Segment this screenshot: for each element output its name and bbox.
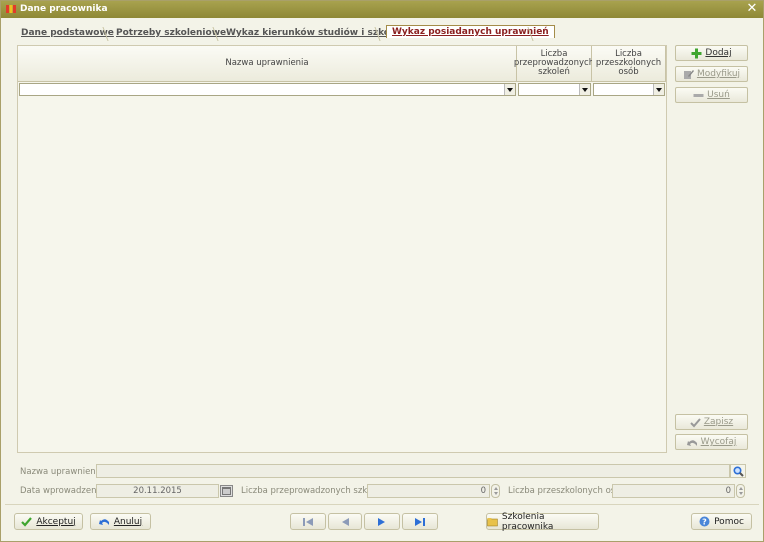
cancel-button-label: Anuluj	[113, 516, 143, 527]
employee-trainings-button[interactable]: Szkolenia pracownika	[486, 511, 599, 532]
trained-count-field[interactable]: 0	[612, 484, 735, 498]
minus-icon	[693, 93, 704, 97]
undo-icon	[98, 519, 109, 525]
search-button[interactable]	[730, 464, 746, 478]
calendar-icon	[222, 487, 231, 495]
nav-first-button[interactable]	[290, 513, 326, 530]
next-record-icon	[378, 517, 385, 526]
svg-text:?: ?	[702, 518, 707, 527]
dialog-window: Dane pracownika ✕ Dane podstawowe Potrze…	[0, 0, 764, 542]
grid-header: Nazwa uprawnienia Liczba przeprowadzonyc…	[18, 46, 666, 82]
title-bar: Dane pracownika ✕	[1, 1, 763, 18]
name-field[interactable]	[96, 464, 730, 478]
last-record-icon	[415, 517, 425, 526]
window-title: Dane pracownika	[20, 4, 108, 14]
plus-icon	[691, 48, 702, 58]
save-button-label: Zapisz	[703, 417, 734, 427]
add-button-label: Dodaj	[705, 48, 732, 58]
delete-button-label: Usuń	[707, 90, 730, 100]
nav-next-button[interactable]	[364, 513, 400, 530]
date-label: Data wprowadzenia:	[20, 486, 107, 496]
folder-icon	[487, 518, 498, 527]
revert-button-label: Wycofaj	[700, 437, 737, 447]
col-header-liczba-szkolen[interactable]: Liczba przeprowadzonych szkoleń	[514, 46, 594, 82]
date-field[interactable]: 20.11.2015	[96, 484, 219, 498]
col-header-nazwa[interactable]: Nazwa uprawnienia	[18, 46, 517, 82]
help-button[interactable]: ? Pomoc	[691, 513, 752, 530]
trainings-count-label: Liczba przeprowadzonych szkoleń:	[241, 486, 388, 496]
close-icon[interactable]: ✕	[745, 2, 759, 16]
help-icon: ?	[699, 516, 710, 527]
modify-button[interactable]: Modyfikuj	[675, 66, 748, 82]
first-record-icon	[303, 517, 313, 526]
tab-potrzeby-szkoleniowe[interactable]: Potrzeby szkoleniowe	[116, 26, 226, 41]
undo-icon	[686, 439, 697, 446]
tab-dane-podstawowe[interactable]: Dane podstawowe	[21, 26, 114, 41]
check-icon	[21, 517, 33, 527]
accept-button-label: Akceptuj	[36, 516, 76, 527]
trained-count-label: Liczba przeszkolonych osób:	[508, 486, 629, 496]
chevron-down-icon[interactable]	[579, 84, 590, 95]
check-icon	[690, 417, 701, 427]
add-button[interactable]: Dodaj	[675, 45, 748, 61]
help-button-label: Pomoc	[714, 516, 744, 527]
app-icon	[6, 5, 16, 13]
permissions-grid: Nazwa uprawnienia Liczba przeprowadzonyc…	[17, 45, 667, 453]
calendar-button[interactable]	[220, 485, 233, 497]
nav-prev-button[interactable]	[328, 513, 362, 530]
modify-button-label: Modyfikuj	[696, 69, 741, 79]
filter-liczba-osob-input[interactable]	[593, 83, 665, 96]
grid-filter-row	[18, 82, 666, 97]
edit-icon	[683, 69, 694, 79]
trainings-count-stepper[interactable]	[491, 484, 500, 498]
trained-count-stepper[interactable]	[736, 484, 745, 498]
col-header-liczba-osob[interactable]: Liczba przeszkolonych osób	[592, 46, 666, 82]
delete-button[interactable]: Usuń	[675, 87, 748, 103]
save-button[interactable]: Zapisz	[675, 414, 748, 430]
name-label: Nazwa uprawnienia:	[20, 467, 107, 477]
employee-trainings-label: Szkolenia pracownika	[501, 511, 554, 532]
filter-liczba-szkolen-input[interactable]	[518, 83, 591, 96]
search-icon	[733, 466, 744, 477]
chevron-down-icon[interactable]	[504, 84, 515, 95]
revert-button[interactable]: Wycofaj	[675, 434, 748, 450]
footer-divider	[5, 504, 759, 505]
cancel-button[interactable]: Anuluj	[90, 513, 151, 530]
filter-nazwa-input[interactable]	[19, 83, 516, 96]
chevron-down-icon[interactable]	[653, 84, 664, 95]
nav-last-button[interactable]	[402, 513, 438, 530]
prev-record-icon	[342, 517, 349, 526]
trainings-count-field[interactable]: 0	[367, 484, 490, 498]
accept-button[interactable]: Akceptuj	[14, 513, 83, 530]
